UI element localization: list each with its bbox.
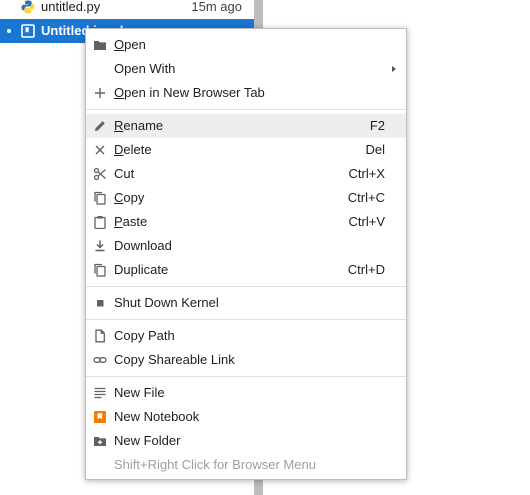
pencil-icon [95, 121, 105, 131]
shortcut: Del [365, 142, 385, 157]
download-icon [95, 240, 105, 252]
shortcut: Ctrl+V [348, 214, 385, 229]
shortcut: Ctrl+D [347, 262, 385, 277]
menu-item-open[interactable]: Open [86, 33, 406, 57]
menu-separator [86, 109, 406, 110]
close-icon [95, 145, 105, 155]
menu-item-new-notebook[interactable]: New Notebook [86, 405, 406, 429]
stop-icon [97, 300, 104, 307]
menu-item-duplicate[interactable]: Duplicate Ctrl+D [86, 258, 406, 282]
menu-item-shutdown-kernel[interactable]: Shut Down Kernel [86, 291, 406, 315]
menu-item-new-file[interactable]: New File [86, 381, 406, 405]
link-icon [93, 357, 107, 363]
menu-item-open-with[interactable]: Open With [86, 57, 406, 81]
submenu-arrow-icon [392, 66, 396, 72]
python-icon [21, 0, 35, 14]
menu-item-copy-path[interactable]: Copy Path [86, 324, 406, 348]
notebook-icon [94, 411, 106, 423]
menu-item-open-new-tab[interactable]: Open in New Browser Tab [86, 81, 406, 105]
plus-icon [95, 88, 105, 98]
scissors-icon [93, 167, 106, 181]
file-modified: 15m ago [191, 0, 242, 14]
menu-item-copy-link[interactable]: Copy Shareable Link [86, 348, 406, 372]
menu-item-download[interactable]: Download [86, 234, 406, 258]
menu-separator [86, 286, 406, 287]
menu-item-rename[interactable]: Rename F2 [86, 114, 406, 138]
menu-item-new-folder[interactable]: New Folder [86, 429, 406, 453]
menu-item-cut[interactable]: Cut Ctrl+X [86, 162, 406, 186]
menu-hint: Shift+Right Click for Browser Menu [114, 457, 316, 472]
menu-item-delete[interactable]: Delete Del [86, 138, 406, 162]
shortcut: Ctrl+C [347, 190, 385, 205]
context-menu: Open Open With Open in New Browser Tab R… [85, 28, 407, 480]
menu-separator [86, 376, 406, 377]
menu-item-paste[interactable]: Paste Ctrl+V [86, 210, 406, 234]
paste-icon [94, 216, 106, 229]
folder-icon [94, 41, 106, 50]
copy-icon [94, 191, 106, 205]
menu-item-copy[interactable]: Copy Ctrl+C [86, 186, 406, 210]
file-row-untitled-py[interactable]: untitled.py 15m ago [0, 0, 254, 19]
selected-dot [7, 29, 11, 33]
text-file-icon [94, 387, 106, 399]
new-folder-icon [94, 437, 106, 446]
shortcut: Ctrl+X [348, 166, 385, 181]
menu-separator [86, 319, 406, 320]
duplicate-icon [94, 263, 106, 277]
notebook-icon [21, 24, 35, 38]
file-icon [95, 329, 105, 343]
shortcut: F2 [369, 118, 385, 133]
file-name: untitled.py [41, 0, 101, 14]
